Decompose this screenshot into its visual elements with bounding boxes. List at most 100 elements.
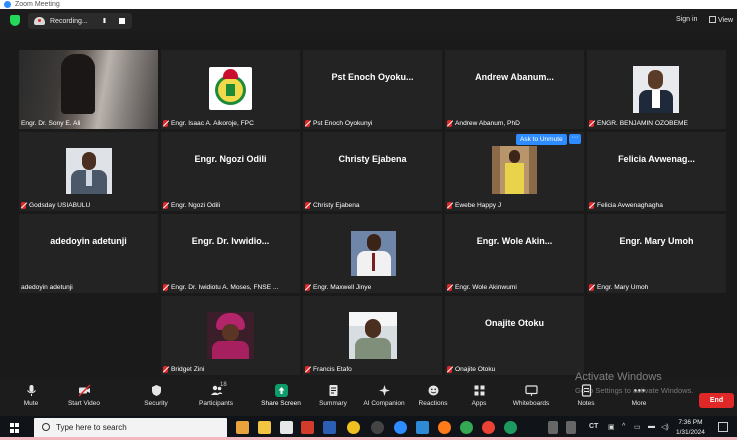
participant-name-label: ENGR. BENJAMIN OZOBEME — [589, 120, 688, 127]
mail-icon[interactable] — [280, 421, 293, 434]
participant-display-name: Engr. Ngozi Odili — [194, 154, 267, 164]
participant-tile[interactable]: Felicia Avwenag... Felicia Avwenaghagha — [587, 132, 726, 211]
pause-recording-icon[interactable]: II — [103, 18, 106, 25]
security-button[interactable]: Security — [140, 384, 172, 407]
app-icon[interactable] — [416, 421, 429, 434]
chrome-icon[interactable] — [347, 421, 360, 434]
participant-name-label: Engr. Isaac A. Aikoroje, FPC — [163, 120, 254, 127]
muted-mic-icon — [589, 120, 594, 127]
participant-tile[interactable]: Ask to Unmute ··· Ewebe Happy J — [445, 132, 584, 211]
google-chrome-icon[interactable] — [460, 421, 473, 434]
media-player-icon[interactable] — [371, 421, 384, 434]
notifications-icon[interactable] — [718, 422, 728, 432]
more-label: More — [631, 400, 647, 407]
stop-recording-icon[interactable] — [119, 18, 125, 24]
app-green-icon[interactable] — [504, 421, 517, 434]
whiteboards-button[interactable]: Whiteboards — [508, 384, 554, 407]
share-screen-button[interactable]: Share Screen — [259, 384, 303, 407]
ai-companion-button[interactable]: AI Companion — [359, 384, 409, 407]
apps-icon — [474, 385, 484, 396]
participant-tile[interactable]: Onajite Otoku Onajite Otoku — [445, 296, 584, 375]
app-icon-3[interactable] — [566, 421, 576, 434]
participant-tile[interactable]: Engr. Wole Akin... Engr. Wole Akinwumi — [445, 214, 584, 293]
participant-tile[interactable]: adedoyin adetunji adedoyin adetunji — [19, 214, 158, 293]
participant-tile[interactable]: ENGR. BENJAMIN OZOBEME — [587, 50, 726, 129]
windows-start-icon[interactable] — [10, 423, 20, 433]
participant-name-label: Christy Ejabena — [305, 202, 360, 209]
participant-tile[interactable]: Christy Ejabena Christy Ejabena — [303, 132, 442, 211]
battery-icon[interactable]: ▬ — [648, 423, 655, 430]
muted-mic-icon — [163, 202, 168, 209]
muted-mic-icon — [305, 120, 310, 127]
participant-tile[interactable]: Engr. Mary Umoh Engr. Mary Umoh — [587, 214, 726, 293]
google-icon[interactable] — [482, 421, 495, 434]
security-shield-icon[interactable] — [10, 15, 20, 26]
recording-label: Recording... — [50, 17, 88, 25]
zoom-meeting-window: Zoom Meeting Recording... II Sign in Vie… — [0, 0, 737, 440]
muted-mic-icon — [163, 366, 168, 373]
participant-tile[interactable]: Godsday USIABULU — [19, 132, 158, 211]
office-icon[interactable] — [301, 421, 314, 434]
participant-tile[interactable]: Engr. Maxwell Jinye — [303, 214, 442, 293]
participant-tile[interactable]: Francis Etafo — [303, 296, 442, 375]
participant-tile[interactable]: Engr. Isaac A. Aikoroje, FPC — [161, 50, 300, 129]
whiteboard-icon — [524, 385, 538, 396]
language-indicator[interactable]: CT — [589, 423, 598, 430]
participant-photo — [633, 66, 679, 113]
end-meeting-button[interactable]: End — [699, 393, 734, 408]
participant-more-options-button[interactable]: ··· — [569, 134, 581, 144]
muted-mic-icon — [21, 202, 26, 209]
participant-display-name: Engr. Wole Akin... — [476, 236, 553, 246]
sign-in-link[interactable]: Sign in — [676, 16, 697, 23]
ask-to-unmute-button[interactable]: Ask to Unmute — [516, 134, 567, 145]
participant-name-label: Engr. Dr. Iwidiotu A. Moses, FNSE ... — [163, 284, 278, 291]
muted-mic-icon — [305, 366, 310, 373]
app-icon-2[interactable] — [548, 421, 558, 434]
participant-tile[interactable]: Bridget Zini — [161, 296, 300, 375]
participants-count: 18 — [220, 382, 227, 388]
word-icon[interactable] — [323, 421, 336, 434]
reactions-button[interactable]: Reactions — [416, 384, 450, 407]
taskbar-clock[interactable]: 7:36 PM 1/31/2024 — [676, 418, 705, 438]
participant-tile[interactable]: Engr. Dr. Ivwidio... Engr. Dr. Iwidiotu … — [161, 214, 300, 293]
view-button[interactable]: View — [709, 16, 733, 24]
cloud-record-icon — [34, 17, 45, 25]
participant-tile[interactable]: Andrew Abanum... Andrew Abanum, PhD — [445, 50, 584, 129]
participant-name-label: adedoyin adetunji — [21, 284, 73, 291]
volume-icon[interactable]: ◁) — [661, 423, 669, 431]
participant-tile[interactable]: Engr. Ngozi Odili Engr. Ngozi Odili — [161, 132, 300, 211]
store-icon[interactable] — [258, 421, 271, 434]
show-hidden-icons-icon[interactable]: ^ — [622, 423, 625, 430]
apps-button[interactable]: Apps — [466, 384, 492, 407]
muted-mic-icon — [447, 366, 452, 373]
participant-display-name: Pst Enoch Oyoku... — [331, 72, 414, 82]
view-label: View — [718, 17, 734, 24]
tray-icon[interactable]: ▣ — [608, 423, 615, 431]
file-explorer-icon[interactable] — [236, 421, 249, 434]
start-video-button[interactable]: Start Video — [64, 384, 104, 407]
reactions-label: Reactions — [418, 400, 448, 407]
participant-display-name: Engr. Dr. Ivwidio... — [191, 236, 270, 246]
participant-tile[interactable]: Pst Enoch Oyoku... Pst Enoch Oyokunyi — [303, 50, 442, 129]
participant-name-label: Bridget Zini — [163, 366, 204, 373]
participant-display-name: Engr. Mary Umoh — [619, 236, 694, 246]
participants-button[interactable]: 18 Participants — [196, 382, 236, 407]
summary-document-icon — [329, 385, 337, 396]
summary-button[interactable]: Summary — [316, 384, 350, 407]
participant-display-name: Felicia Avwenag... — [618, 154, 695, 164]
participant-photo — [492, 146, 537, 194]
participant-tile[interactable]: Engr. Dr. Sony E. Ali — [19, 50, 158, 129]
mute-label: Mute — [23, 400, 39, 407]
firefox-icon[interactable] — [438, 421, 451, 434]
summary-label: Summary — [319, 400, 347, 407]
taskbar-search-placeholder: Type here to search — [56, 423, 127, 432]
participant-name-label: Engr. Mary Umoh — [589, 284, 648, 291]
shield-icon — [151, 385, 161, 396]
mute-button[interactable]: Mute — [16, 384, 46, 407]
taskbar-search-box[interactable]: Type here to search — [34, 418, 227, 438]
bluetooth-app-icon[interactable] — [394, 421, 407, 434]
apps-label: Apps — [471, 400, 487, 407]
network-icon[interactable]: ▭ — [634, 423, 641, 431]
recording-indicator: Recording... II — [28, 13, 132, 29]
participant-name-label: Engr. Wole Akinwumi — [447, 284, 517, 291]
